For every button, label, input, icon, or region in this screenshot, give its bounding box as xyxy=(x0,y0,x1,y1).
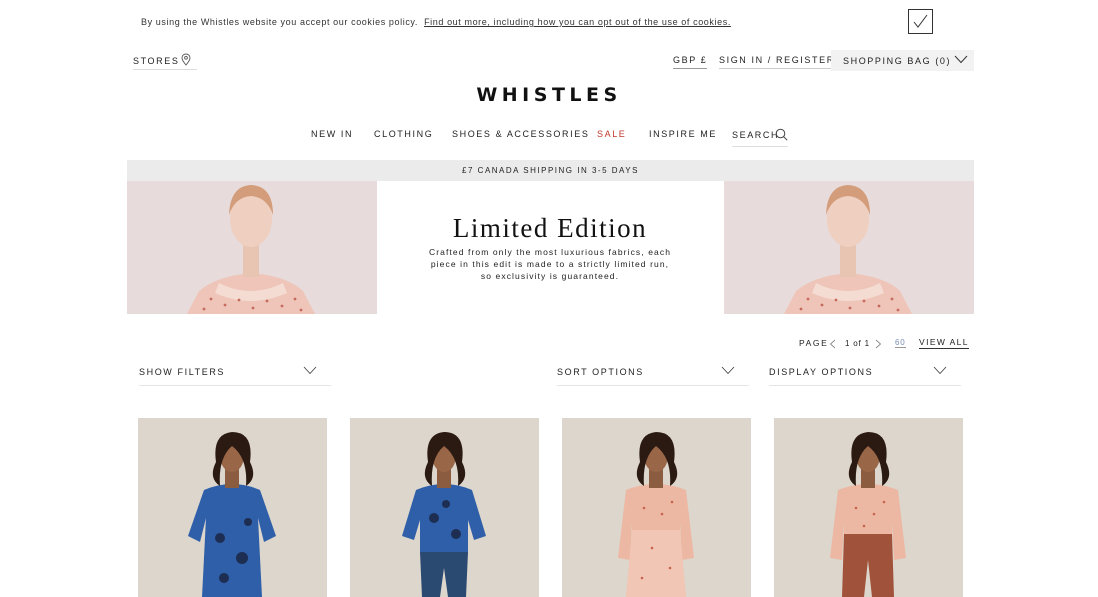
chevron-down-icon xyxy=(303,366,317,375)
product-image-blue-print-dress xyxy=(138,418,327,597)
hero-image-left[interactable] xyxy=(127,181,377,314)
cookie-notice-text: By using the Whistles website you accept… xyxy=(141,17,418,27)
chevron-right-icon[interactable] xyxy=(875,339,882,349)
cookie-notice: By using the Whistles website you accept… xyxy=(141,17,731,27)
display-options-label: DISPLAY OPTIONS xyxy=(769,367,874,377)
currency-selector[interactable]: GBP £ xyxy=(673,55,708,69)
hero-title: Limited Edition xyxy=(452,213,648,243)
chevron-down-icon xyxy=(933,366,947,375)
nav-item-sale[interactable]: SALE xyxy=(597,129,626,139)
stores-link[interactable]: STORES xyxy=(133,52,197,70)
search-button[interactable]: SEARCH xyxy=(732,128,788,147)
show-filters-label: SHOW FILTERS xyxy=(139,367,226,377)
hero-image-right[interactable] xyxy=(724,181,974,314)
nav-item-shoes-accessories[interactable]: SHOES & ACCESSORIES xyxy=(452,129,589,139)
product-image-pink-floral-blouse-trousers xyxy=(774,418,963,597)
hero-description: Crafted from only the most luxurious fab… xyxy=(428,247,672,281)
location-pin-icon xyxy=(181,53,191,66)
stores-label: STORES xyxy=(133,56,180,66)
per-page-link[interactable]: 60 xyxy=(895,338,906,348)
nav-item-inspire-me[interactable]: INSPIRE ME xyxy=(649,129,717,139)
checkmark-icon xyxy=(913,14,928,28)
shopping-bag-label: SHOPPING BAG (0) xyxy=(843,56,952,66)
shopping-bag-button[interactable]: SHOPPING BAG (0) xyxy=(831,50,974,71)
chevron-left-icon[interactable] xyxy=(829,339,836,349)
view-all-link[interactable]: VIEW ALL xyxy=(919,337,969,349)
search-label: SEARCH xyxy=(732,130,780,140)
product-image-pink-floral-blouse-skirt xyxy=(562,418,751,597)
nav-item-new-in[interactable]: NEW IN xyxy=(311,129,353,139)
chevron-down-icon xyxy=(954,55,968,64)
model-pink-blouse-image xyxy=(127,181,377,314)
shipping-banner: £7 CANADA SHIPPING IN 3-5 DAYS xyxy=(127,160,974,181)
whistles-logo[interactable]: WHISTLES xyxy=(0,84,1098,106)
product-image-blue-print-top xyxy=(350,418,539,597)
chevron-down-icon xyxy=(721,366,735,375)
product-card[interactable] xyxy=(138,418,327,597)
cookie-accept-button[interactable] xyxy=(908,9,933,34)
nav-item-clothing[interactable]: CLOTHING xyxy=(374,129,433,139)
product-card[interactable] xyxy=(774,418,963,597)
product-card[interactable] xyxy=(350,418,539,597)
search-icon xyxy=(775,128,788,141)
display-options-dropdown[interactable]: DISPLAY OPTIONS xyxy=(769,362,961,386)
cookie-policy-link[interactable]: Find out more, including how you can opt… xyxy=(424,17,731,27)
page-count: 1 of 1 xyxy=(845,339,870,348)
product-card[interactable] xyxy=(562,418,751,597)
model-pink-blouse-image xyxy=(724,181,974,314)
sign-in-register-link[interactable]: SIGN IN / REGISTER xyxy=(719,55,835,69)
sort-options-label: SORT OPTIONS xyxy=(557,367,644,377)
page-label: PAGE xyxy=(799,338,829,348)
sort-options-dropdown[interactable]: SORT OPTIONS xyxy=(557,362,749,386)
show-filters-dropdown[interactable]: SHOW FILTERS xyxy=(139,362,331,386)
